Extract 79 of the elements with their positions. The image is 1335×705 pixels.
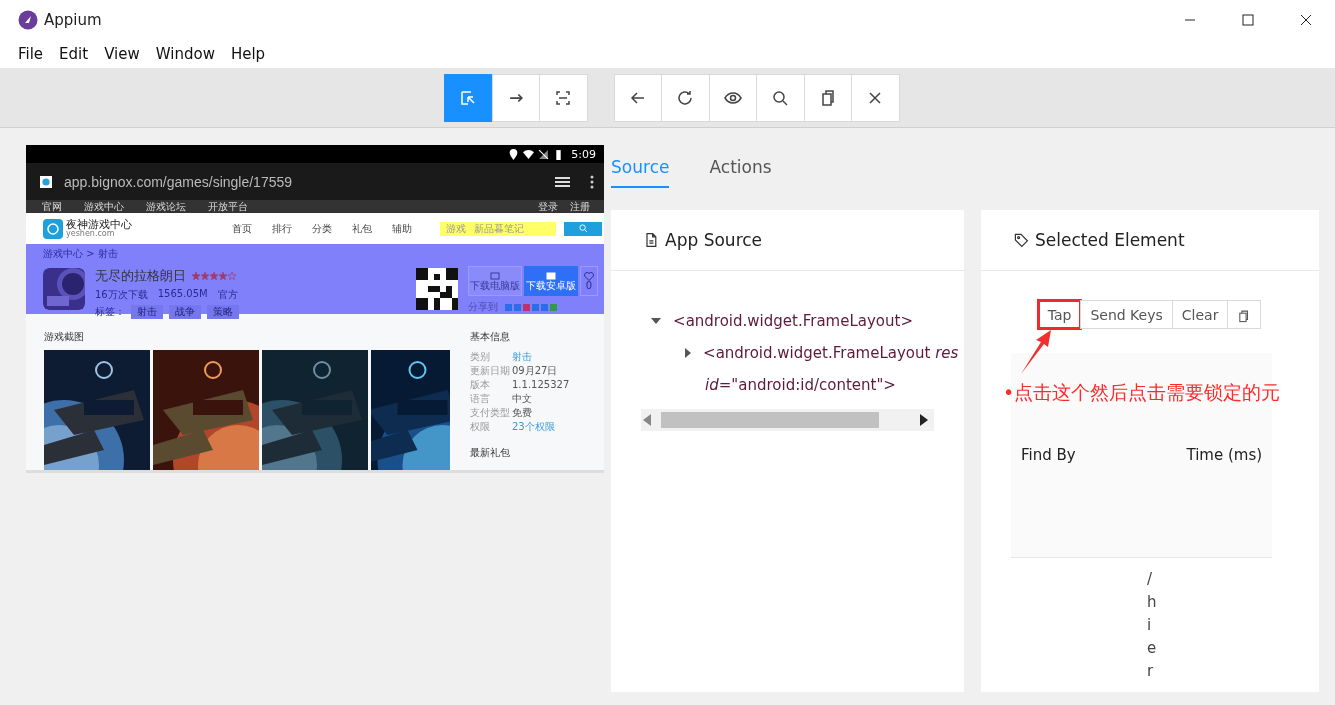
site-menu-item[interactable]: 分类: [312, 221, 332, 236]
mode-button[interactable]: [444, 73, 493, 122]
tabs-icon[interactable]: [554, 175, 572, 188]
action-button[interactable]: Send Keys: [1080, 300, 1173, 329]
menu-item[interactable]: File: [18, 45, 44, 63]
copy-button[interactable]: [1227, 300, 1262, 329]
site-nav-link[interactable]: 开放平台: [208, 200, 248, 213]
section-title: 最新礼包: [470, 446, 511, 460]
section-title: 基本信息: [470, 330, 511, 344]
location-icon: [508, 148, 520, 160]
menu-item[interactable]: Help: [230, 45, 266, 63]
site-menu-item[interactable]: 首页: [232, 221, 252, 236]
url-text[interactable]: app.bignox.com/games/single/17559: [64, 173, 293, 190]
tag-icon: [1013, 232, 1030, 248]
tree-node[interactable]: <android.widget.FrameLayout>: [673, 312, 913, 330]
site-logo-icon: [43, 218, 63, 239]
horizontal-scrollbar[interactable]: [641, 409, 935, 431]
site-menu-item[interactable]: 辅助: [392, 221, 412, 236]
menu-item[interactable]: Edit: [59, 45, 89, 63]
window-title: Appium: [44, 11, 102, 29]
action-button[interactable]: Clear: [1171, 300, 1229, 329]
no-signal-icon: [538, 148, 550, 160]
column-header: Time (ms): [1186, 446, 1263, 464]
site-nav-link[interactable]: 游戏中心: [84, 200, 124, 213]
menu-item[interactable]: View: [104, 45, 140, 63]
tree-node[interactable]: <android.widget.FrameLayout res: [703, 344, 959, 362]
download-button[interactable]: 下载安卓版: [524, 266, 578, 296]
game-title: 无尽的拉格朗日: [95, 267, 186, 285]
info-label: 语言: [470, 392, 491, 406]
section-title: 游戏截图: [44, 330, 85, 344]
game-meta: 16万次下载: [95, 288, 148, 302]
game-meta: 1565.05M: [157, 288, 208, 301]
info-label: 类别: [470, 350, 491, 364]
site-name: 夜神游戏中心: [66, 219, 132, 230]
overflow-menu-icon[interactable]: [590, 174, 594, 189]
info-label: 版本: [470, 378, 491, 392]
site-menu-item[interactable]: 排行: [272, 221, 292, 236]
info-value: 1.1.125327: [512, 378, 570, 392]
column-header: Find By: [1021, 446, 1076, 464]
account-link[interactable]: 登录: [538, 200, 558, 213]
site-nav-link[interactable]: 游戏论坛: [146, 200, 186, 213]
site-favicon: [40, 175, 52, 188]
account-link[interactable]: 注册: [570, 200, 590, 213]
panel-title: Selected Element: [1035, 230, 1185, 250]
game-tag[interactable]: 战争: [169, 305, 201, 319]
qr-code-icon: [416, 268, 458, 310]
site-menu-item[interactable]: 礼包: [352, 221, 372, 236]
wifi-icon: [523, 148, 535, 160]
like-button[interactable]: 0: [580, 266, 598, 296]
game-meta: 官方: [217, 288, 238, 302]
toolbar-button[interactable]: [708, 73, 757, 122]
tab[interactable]: Actions: [709, 145, 772, 188]
search-icon: [578, 224, 588, 233]
app-logo-icon: [18, 10, 38, 30]
share-label: 分享到: [468, 300, 498, 314]
game-tag[interactable]: 射击: [131, 305, 163, 319]
tree-node-attribute: id="android:id/content">: [704, 375, 897, 396]
menu-item[interactable]: Window: [155, 45, 215, 63]
annotation-text: •点击这个然后点击需要锁定的元: [1003, 380, 1281, 405]
info-value: 09月27日: [512, 364, 558, 378]
swipe-icon: [508, 92, 523, 103]
panel-title: App Source: [665, 230, 763, 250]
toolbar-button[interactable]: [803, 73, 852, 122]
monitor-icon: [490, 271, 500, 280]
info-label: 权限: [470, 420, 491, 434]
info-label: 支付类型: [470, 406, 511, 420]
scroll-left-icon[interactable]: [641, 414, 654, 426]
status-time: 5:09: [571, 147, 596, 161]
site-domain: yeshen.com: [66, 230, 116, 238]
info-value: 中文: [512, 392, 532, 406]
site-search-button[interactable]: [564, 221, 602, 236]
vertical-text: /hier: [1147, 569, 1157, 682]
info-label: 更新日期: [470, 364, 511, 378]
info-value: 免费: [512, 406, 532, 420]
heart-icon: [584, 271, 594, 281]
toolbar-button[interactable]: [661, 73, 710, 122]
site-nav-link[interactable]: 官网: [42, 200, 62, 213]
action-button[interactable]: Tap: [1037, 300, 1082, 329]
game-tag[interactable]: 策略: [207, 305, 239, 319]
